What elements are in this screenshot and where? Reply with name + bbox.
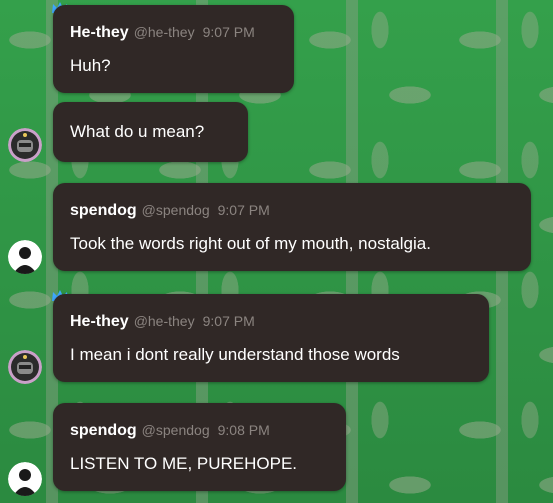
author-handle: @spendog bbox=[141, 202, 210, 218]
author-name[interactable]: He-they bbox=[70, 313, 129, 330]
author-name[interactable]: spendog bbox=[70, 422, 137, 439]
message-text: I mean i dont really understand those wo… bbox=[70, 345, 400, 364]
avatar[interactable] bbox=[8, 240, 42, 274]
message-text: LISTEN TO ME, PUREHOPE. bbox=[70, 454, 298, 473]
message-bubble: He-they @he-they 9:07 PM I mean i dont rea… bbox=[53, 294, 489, 382]
avatar[interactable] bbox=[8, 128, 42, 162]
message-bubble: spendog @spendog 9:07 PM Took the words ri… bbox=[53, 183, 531, 271]
timestamp: 9:07 PM bbox=[202, 313, 255, 329]
message-text: Huh? bbox=[70, 56, 111, 75]
avatar[interactable] bbox=[8, 462, 42, 496]
author-name[interactable]: He-they bbox=[70, 24, 129, 41]
author-handle: @he-they bbox=[133, 313, 195, 329]
timestamp: 9:08 PM bbox=[217, 422, 270, 438]
message-bubble: spendog @spendog 9:08 PM LISTEN TO ME, PUR… bbox=[53, 403, 346, 491]
author-handle: @he-they bbox=[133, 24, 195, 40]
message-bubble: What do u mean? bbox=[53, 102, 248, 162]
message-text: What do u mean? bbox=[70, 122, 205, 141]
timestamp: 9:07 PM bbox=[217, 202, 270, 218]
message-bubble: He-they @he-they 9:07 PM Huh? bbox=[53, 5, 294, 93]
avatar[interactable] bbox=[8, 350, 42, 384]
timestamp: 9:07 PM bbox=[202, 24, 255, 40]
author-handle: @spendog bbox=[141, 422, 210, 438]
author-name[interactable]: spendog bbox=[70, 202, 137, 219]
message-text: Took the words right out of my mouth, no… bbox=[70, 234, 431, 253]
